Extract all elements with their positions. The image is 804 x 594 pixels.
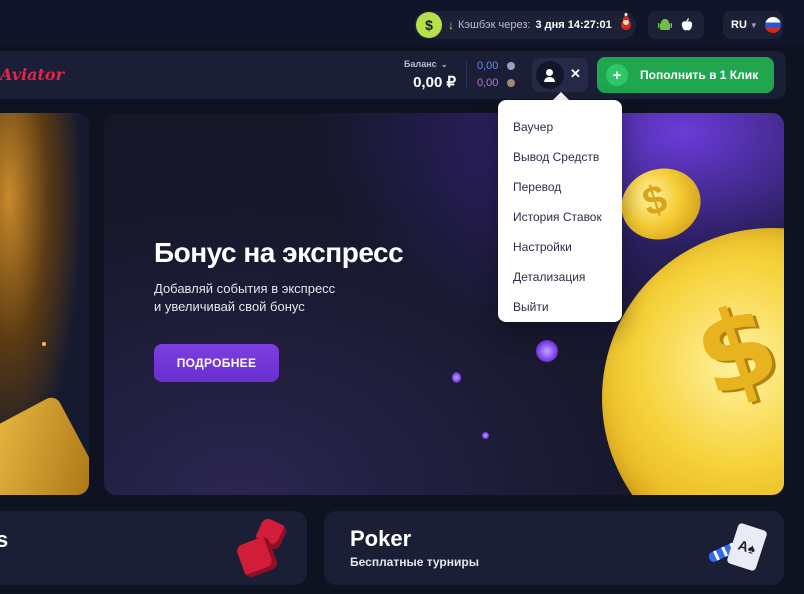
freebet-balance-icon — [507, 79, 515, 87]
card-subtitle: Бесплатные турниры — [350, 555, 479, 569]
more-button[interactable]: ПОДРОБНЕЕ — [154, 344, 279, 382]
android-icon[interactable] — [658, 18, 672, 32]
deposit-button[interactable]: + Пополнить в 1 Клик — [597, 57, 774, 93]
orb-decoration — [536, 340, 558, 362]
coin-icon: $ — [602, 228, 784, 495]
aviator-logo[interactable]: Aviator — [0, 65, 64, 84]
close-icon[interactable]: ✕ — [570, 66, 581, 82]
chevron-down-icon: ⌄ — [438, 60, 448, 69]
user-menu: ✕ — [532, 58, 588, 92]
menu-item-logout[interactable]: Выйти — [498, 292, 622, 322]
express-bonus-banner[interactable]: $ $ Бонус на экспресс Добавляй события в… — [104, 113, 784, 495]
cashback-time: 3 дня 14:27:01 — [535, 19, 612, 31]
orb-decoration — [452, 372, 461, 383]
freebet-balance: 0,00 — [477, 77, 499, 89]
top-strip: $ ↓ Кэшбэк через: 3 дня 14:27:01 RU ▼ — [0, 0, 804, 46]
language-selector[interactable]: RU ▼ — [723, 11, 783, 39]
left-promo-banner[interactable] — [0, 113, 89, 495]
balance-value: 0,00 ₽ — [413, 74, 456, 91]
coin-icon: $ — [612, 158, 710, 250]
language-code: RU — [731, 19, 747, 31]
menu-item-voucher[interactable]: Ваучер — [498, 112, 622, 142]
user-icon-body — [544, 77, 555, 82]
card-title: Poker — [350, 526, 412, 551]
menu-item-details[interactable]: Детализация — [498, 262, 622, 292]
bonus-balance-icon — [507, 62, 515, 70]
banner-title: Бонус на экспресс — [154, 237, 404, 268]
orb-decoration — [482, 432, 489, 439]
user-icon — [546, 69, 553, 76]
gold-bar-decoration — [0, 394, 89, 495]
app-downloads — [648, 11, 704, 39]
russia-flag-icon — [764, 17, 781, 33]
banner-subtitle: Добавляй события в экспресс — [154, 281, 336, 296]
arrow-down-icon: ↓ — [448, 18, 454, 32]
cashback-label: Кэшбэк через: — [458, 19, 531, 31]
poker-card[interactable]: Poker Бесплатные турниры — [324, 511, 784, 585]
menu-item-transfer[interactable]: Перевод — [498, 172, 622, 202]
menu-item-withdraw[interactable]: Вывод Средств — [498, 142, 622, 172]
header-bar: Aviator Баланс ⌄ 0,00 ₽ 0,00 0,00 ✕ + По… — [0, 51, 786, 99]
bonus-balance: 0,00 — [477, 60, 499, 72]
user-avatar-button[interactable] — [536, 61, 564, 89]
plus-icon: + — [606, 64, 628, 86]
apple-icon[interactable] — [680, 18, 694, 32]
menu-item-settings[interactable]: Настройки — [498, 232, 622, 262]
card-title: s — [0, 527, 9, 552]
menu-item-bet-history[interactable]: История Ставок — [498, 202, 622, 232]
deposit-label: Пополнить в 1 Клик — [640, 68, 759, 82]
dollar-symbol: $ — [680, 277, 784, 423]
user-dropdown-menu: Ваучер Вывод Средств Перевод История Ста… — [498, 100, 622, 322]
balance-label[interactable]: Баланс ⌄ — [404, 59, 448, 69]
banner-subtitle: и увеличивай свой бонус — [154, 299, 305, 314]
cashback-timer[interactable]: $ ↓ Кэшбэк через: 3 дня 14:27:01 — [414, 11, 636, 39]
chevron-down-icon: ▼ — [749, 20, 758, 30]
divider — [466, 61, 467, 89]
sparkle-decoration — [42, 342, 46, 346]
dollar-symbol: $ — [637, 176, 673, 226]
santa-icon — [621, 13, 631, 30]
cashback-dollar-icon: $ — [416, 12, 442, 38]
